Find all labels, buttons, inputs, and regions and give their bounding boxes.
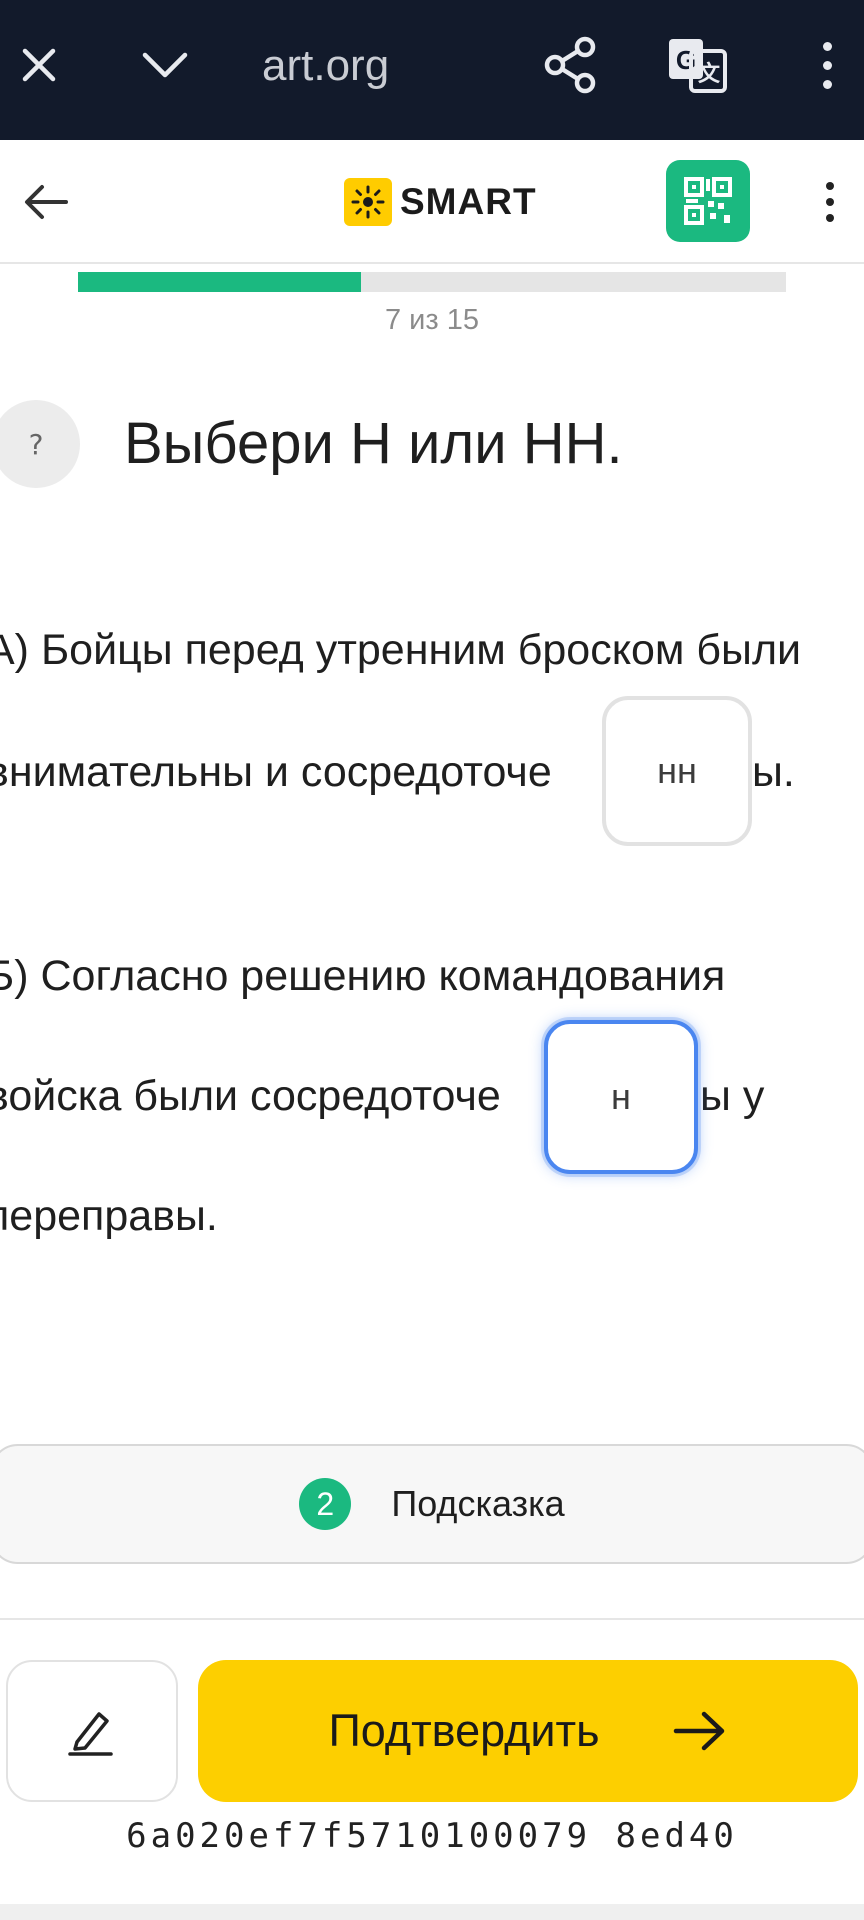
- edit-button[interactable]: [6, 1660, 178, 1802]
- answer-slot-a[interactable]: нн: [602, 696, 752, 846]
- sentence-b-line-2-start: войска были сосредоточе: [0, 1072, 501, 1120]
- question-title: Выбери Н или НН.: [124, 411, 623, 476]
- answer-slot-a-value: нн: [657, 750, 697, 791]
- smart-logo: SMART: [344, 176, 537, 228]
- session-hash: 6a020ef7f5710100079 8ed40: [126, 1816, 738, 1856]
- translate-icon[interactable]: G 文: [662, 30, 732, 100]
- answer-slot-b-value: н: [611, 1076, 631, 1117]
- sentence-a-line-2-end: ы.: [752, 748, 795, 796]
- logo-text: SMART: [400, 181, 537, 222]
- pencil-icon: [68, 1712, 113, 1756]
- sentence-b-line-3: переправы.: [0, 1192, 218, 1240]
- more-vertical-icon[interactable]: [810, 172, 850, 232]
- sun-icon: [344, 178, 392, 226]
- confirm-button[interactable]: Подтвердить: [198, 1660, 858, 1802]
- more-vertical-icon[interactable]: [792, 30, 862, 100]
- share-icon[interactable]: [536, 30, 606, 100]
- arrow-right-icon: [673, 1711, 724, 1751]
- chevron-down-icon[interactable]: [130, 30, 200, 100]
- svg-text:文: 文: [698, 61, 721, 86]
- hint-label: Подсказка: [391, 1483, 565, 1524]
- hint-button[interactable]: 2 Подсказка: [0, 1444, 864, 1564]
- question-mark-icon: ?: [28, 427, 44, 461]
- qr-code-icon: [684, 177, 732, 225]
- close-icon[interactable]: [4, 30, 74, 100]
- bottom-strip: [0, 1904, 864, 1920]
- divider: [0, 1618, 864, 1620]
- confirm-label: Подтвердить: [328, 1705, 600, 1756]
- sentence-a-line-1: А) Бойцы перед утренним броском были: [0, 626, 802, 674]
- browser-toolbar: art.org G 文: [0, 0, 864, 140]
- hint-count-badge: 2: [299, 1478, 352, 1530]
- progress-bar: [78, 272, 786, 292]
- progress-counter: 7 из 15: [385, 304, 479, 336]
- sentence-a-line-2-start: внимательны и сосредоточе: [0, 748, 552, 796]
- sentence-b-line-2-end: ы у: [700, 1072, 765, 1120]
- qr-code-button[interactable]: [666, 160, 750, 242]
- back-arrow-icon[interactable]: [14, 170, 78, 234]
- screen: art.org G 文 SMART 7 из 15 ? Выбери Н или…: [0, 0, 864, 1920]
- help-button[interactable]: ?: [0, 400, 80, 488]
- answer-slot-b[interactable]: н: [544, 1020, 698, 1174]
- progress-fill: [78, 272, 362, 292]
- url-text[interactable]: art.org: [262, 36, 389, 96]
- app-header: SMART: [0, 140, 864, 264]
- sentence-b-line-1: Б) Согласно решению командования: [0, 952, 726, 1000]
